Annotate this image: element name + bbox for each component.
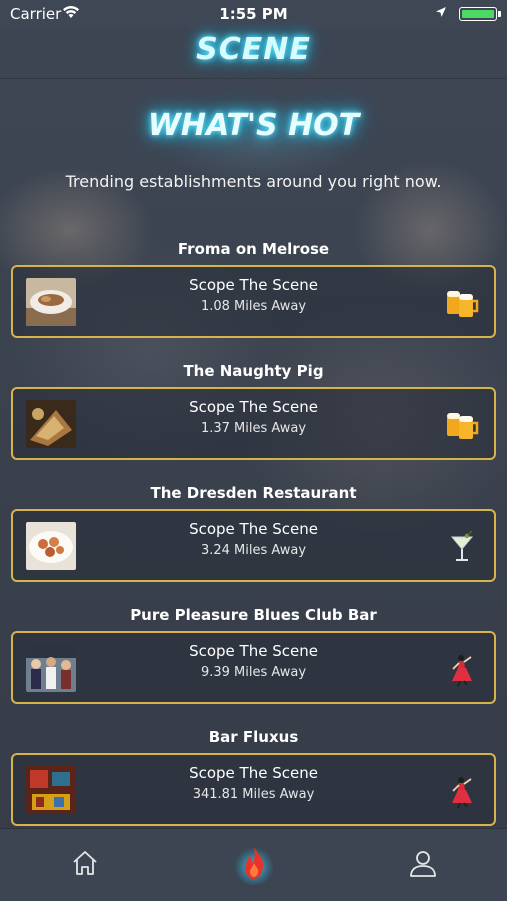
dancer-icon (452, 777, 472, 809)
clock-time: 1:55 PM (219, 5, 288, 23)
tab-bar (0, 828, 507, 901)
venue-name: Bar Fluxus (208, 728, 299, 746)
battery-tip (498, 11, 501, 17)
beer-mugs-icon (447, 291, 479, 317)
battery-level (462, 10, 494, 18)
distance-label: 9.39 Miles Away (200, 665, 307, 680)
venue-card[interactable]: Scope The Scene 1.08 Miles Away (11, 265, 496, 338)
distance-label: 341.81 Miles Away (192, 787, 315, 802)
venue-card[interactable]: Scope The Scene 3.24 Miles Away (11, 509, 496, 582)
nav-bar: SCENE (0, 28, 507, 79)
page-subtitle: Trending establishments around you right… (65, 172, 442, 191)
dancer-icon (452, 655, 472, 687)
venue-card[interactable]: Scope The Scene 1.37 Miles Away (11, 387, 496, 460)
flame-icon[interactable] (233, 841, 275, 885)
scope-scene-label: Scope The Scene (189, 520, 318, 538)
venue-card[interactable]: Scope The Scene 9.39 Miles Away (11, 631, 496, 704)
battery-icon (459, 7, 497, 21)
scope-scene-label: Scope The Scene (189, 764, 318, 782)
app-title: SCENE (196, 32, 311, 67)
venue-name: The Naughty Pig (183, 362, 324, 380)
distance-label: 1.37 Miles Away (200, 421, 307, 436)
distance-label: 3.24 Miles Away (200, 543, 307, 558)
venue-name: The Dresden Restaurant (150, 484, 357, 502)
venue-card[interactable]: Scope The Scene 341.81 Miles Away (11, 753, 496, 826)
scope-scene-label: Scope The Scene (189, 398, 318, 416)
location-arrow-icon (436, 7, 446, 17)
scope-scene-label: Scope The Scene (189, 276, 318, 294)
status-bar: Carrier 1:55 PM (0, 0, 507, 28)
page-title: WHAT'S HOT (147, 108, 360, 143)
profile-icon[interactable] (403, 843, 443, 883)
venue-name: Froma on Melrose (177, 240, 330, 258)
home-icon[interactable] (65, 843, 105, 883)
venue-name: Pure Pleasure Blues Club Bar (130, 606, 377, 624)
distance-label: 1.08 Miles Away (200, 299, 307, 314)
beer-mugs-icon (447, 413, 479, 439)
martini-glass-icon (450, 530, 474, 561)
scope-scene-label: Scope The Scene (189, 642, 318, 660)
